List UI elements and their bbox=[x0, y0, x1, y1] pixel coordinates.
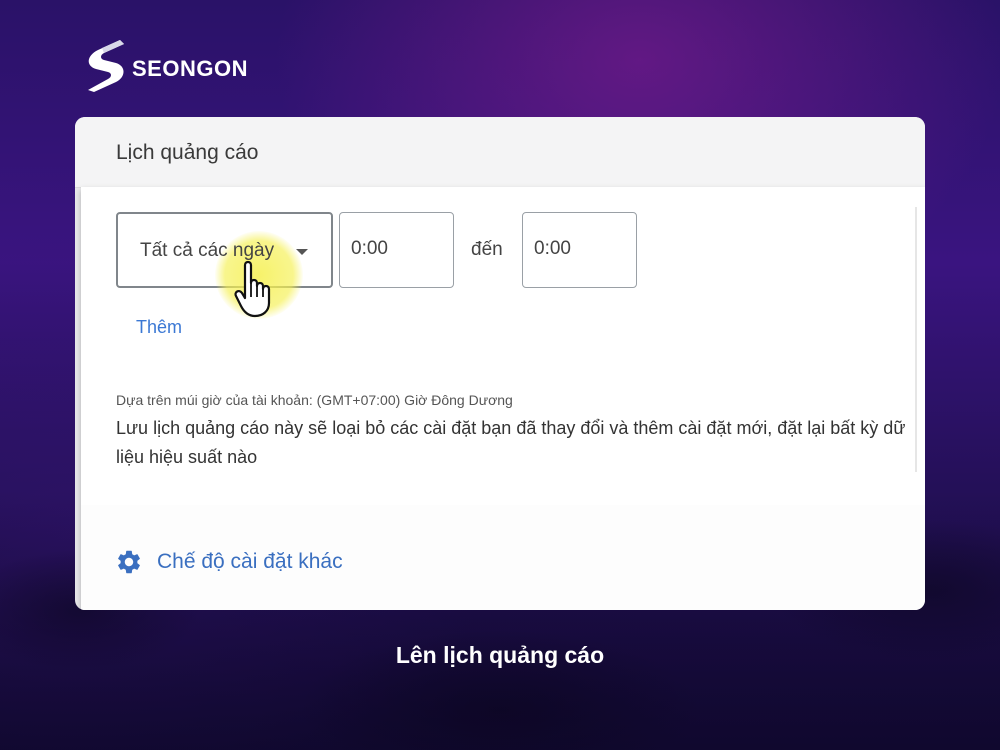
card-title: Lịch quảng cáo bbox=[116, 141, 259, 164]
start-time-value: 0:00 bbox=[351, 238, 388, 259]
ad-schedule-card: Lịch quảng cáo Tất cả các ngày 0:00 đến … bbox=[75, 117, 925, 610]
start-time-input[interactable]: 0:00 bbox=[339, 212, 454, 288]
caret-down-icon bbox=[296, 249, 308, 255]
schedule-panel: Tất cả các ngày 0:00 đến 0:00 Thêm Dựa t… bbox=[81, 187, 925, 610]
schedule-warning: Lưu lịch quảng cáo này sẽ loại bỏ các cà… bbox=[116, 418, 906, 467]
gear-icon bbox=[118, 550, 140, 574]
time-range-separator: đến bbox=[471, 239, 503, 260]
more-settings-link[interactable]: Chế độ cài đặt khác bbox=[115, 548, 343, 576]
add-schedule-link[interactable]: Thêm bbox=[136, 317, 182, 338]
image-caption: Lên lịch quảng cáo bbox=[395, 642, 605, 668]
card-header: Lịch quảng cáo bbox=[75, 117, 925, 188]
timezone-note: Dựa trên múi giờ của tài khoản: (GMT+07:… bbox=[116, 392, 513, 408]
more-settings-label: Chế độ cài đặt khác bbox=[157, 550, 343, 573]
end-time-value: 0:00 bbox=[534, 238, 571, 259]
day-select-dropdown[interactable]: Tất cả các ngày bbox=[116, 212, 333, 319]
seongon-logo-icon bbox=[88, 40, 124, 92]
brand-logo: SEONGON bbox=[80, 36, 248, 96]
brand-name: SEONGON bbox=[132, 56, 248, 81]
end-time-input[interactable]: 0:00 bbox=[522, 212, 637, 288]
hand-pointer-icon bbox=[234, 260, 271, 318]
